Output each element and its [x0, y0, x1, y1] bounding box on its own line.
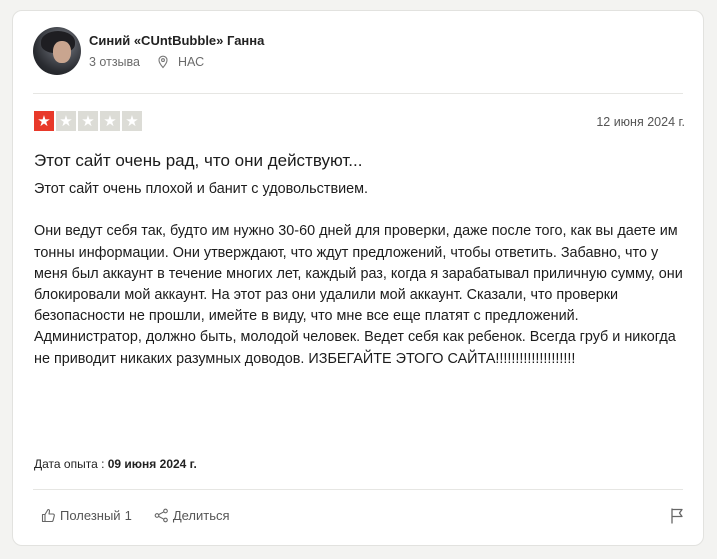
review-date: 12 июня 2024 г.	[596, 115, 685, 129]
reviews-count: 3 отзыва	[89, 55, 140, 69]
reviewer-name[interactable]: Синий «CUntBubble» Ганна	[89, 33, 264, 48]
star-icon: ★	[100, 111, 120, 131]
experience-date: Дата опыта : 09 июня 2024 г.	[34, 457, 197, 471]
useful-count: 1	[124, 508, 132, 523]
share-button[interactable]: Делиться	[154, 508, 230, 523]
share-label: Делиться	[172, 508, 230, 523]
share-icon	[154, 508, 169, 523]
star-icon: ★	[56, 111, 76, 131]
useful-label: Полезный	[60, 508, 121, 523]
star-rating: ★ ★ ★ ★ ★	[34, 111, 142, 131]
reviewer-country: НАС	[178, 55, 205, 69]
star-icon: ★	[78, 111, 98, 131]
reviewer-meta: 3 отзыва НАС	[89, 55, 204, 69]
review-title[interactable]: Этот сайт очень рад, что они действуют..…	[34, 151, 362, 171]
review-body: Этот сайт очень плохой и банит с удоволь…	[34, 181, 683, 367]
thumbs-up-icon	[41, 508, 56, 523]
experience-value: 09 июня 2024 г.	[107, 457, 197, 471]
avatar[interactable]	[33, 27, 81, 75]
experience-label: Дата опыта :	[34, 457, 105, 471]
divider	[33, 489, 683, 490]
star-icon: ★	[34, 111, 54, 131]
map-pin-icon	[156, 55, 170, 69]
avatar-face	[53, 41, 71, 63]
star-icon: ★	[122, 111, 142, 131]
review-actions: Полезный 1 Делиться	[41, 508, 230, 523]
flag-icon[interactable]	[669, 507, 685, 525]
useful-button[interactable]: Полезный 1	[41, 508, 132, 523]
review-card: Синий «CUntBubble» Ганна 3 отзыва НАС ★ ★…	[12, 10, 704, 546]
divider	[33, 93, 683, 94]
